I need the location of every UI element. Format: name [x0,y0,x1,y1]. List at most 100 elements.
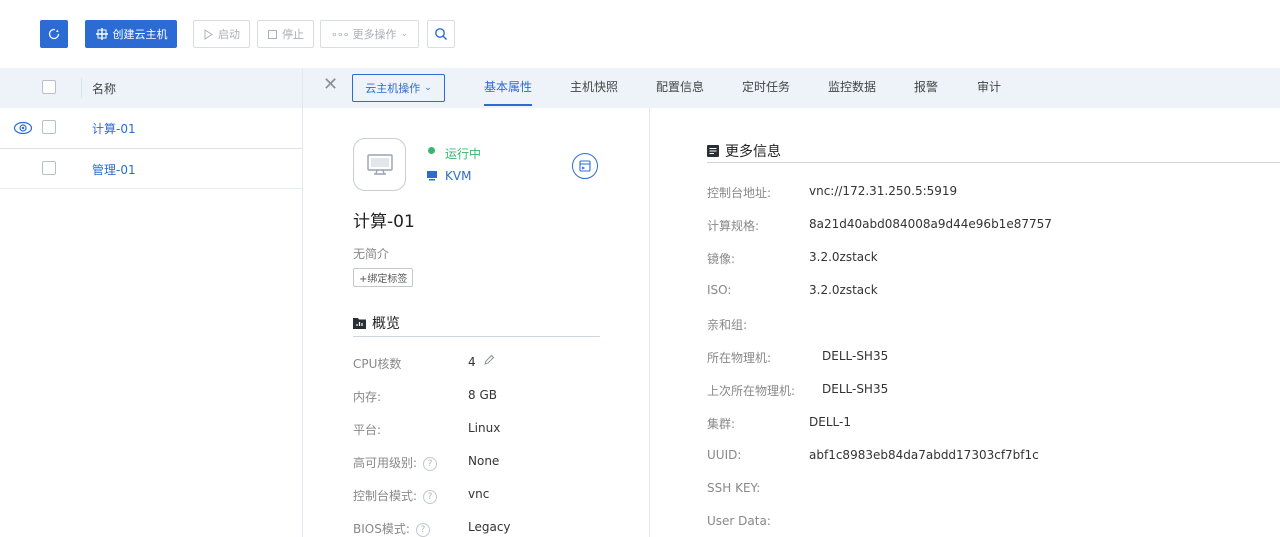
ha-level-label: 高可用级别: [353,456,418,470]
image-label: 镜像: [707,252,736,266]
console-address-label: 控制台地址: [707,186,772,200]
platform-value: Linux [468,421,501,435]
overview-section-title: 概览 [353,313,400,333]
hypervisor-type: KVM [445,169,472,183]
help-icon[interactable]: ? [415,522,430,537]
bios-mode-value: Legacy [468,520,511,534]
tab-snapshots[interactable]: 主机快照 [570,78,618,95]
last-host-value: DELL-SH35 [822,382,889,396]
console-address-value: vnc://172.31.250.5:5919 [809,184,958,198]
tab-audit[interactable]: 审计 [977,78,1001,95]
bios-mode-row: BIOS模式:? [353,520,430,537]
console-mode-row: 控制台模式:? [353,487,438,504]
more-actions-button[interactable]: ∘∘∘ 更多操作 ⌄ [320,20,419,48]
list-row[interactable]: 管理-01 [0,149,302,189]
active-tab-indicator [484,104,532,106]
uuid-label: UUID: [707,448,742,462]
column-header-name: 名称 [92,82,117,96]
host-label: 所在物理机: [707,351,772,365]
console-mode-label: 控制台模式: [353,489,418,503]
stop-label: 停止 [282,28,304,41]
start-label: 启动 [218,28,240,41]
refresh-icon [48,28,60,40]
select-all-checkbox[interactable] [42,80,56,94]
user-data-label: User Data: [707,514,771,528]
ha-level-value: None [468,454,500,468]
tab-monitoring[interactable]: 监控数据 [828,78,876,95]
cluster-value: DELL-1 [809,415,851,429]
console-button[interactable] [572,153,598,179]
start-button[interactable]: 启动 [193,20,250,48]
refresh-button[interactable] [40,20,68,48]
hypervisor-icon [427,171,437,181]
document-icon [707,145,719,157]
cpu-label: CPU核数 [353,357,402,371]
stop-button[interactable]: 停止 [257,20,314,48]
play-icon [204,28,213,40]
monitor-icon [366,153,393,175]
chevron-down-icon: ⌄ [400,29,409,39]
uuid-value: abf1c8983eb84da7abdd17303cf7bf1c [809,448,1039,462]
vm-name-title: 计算-01 [353,212,415,232]
ha-level-row: 高可用级别:? [353,454,438,471]
vm-avatar [353,138,406,191]
image-link[interactable]: 3.2.0zstack [809,250,878,264]
edit-icon[interactable] [483,354,495,366]
row-checkbox[interactable] [42,161,56,175]
iso-link[interactable]: 3.2.0zstack [809,283,878,297]
console-mode-value: vnc [468,487,490,501]
overview-title: 概览 [372,316,400,332]
stop-icon [268,29,277,39]
host-value: DELL-SH35 [822,349,889,363]
more-actions-label: 更多操作 [352,28,397,41]
memory-value: 8 GB [468,388,497,402]
instance-offering-value: 8a21d40abd084008a9d44e96b1e87757 [809,217,1052,231]
vm-operations-button[interactable]: 云主机操作 ⌄ [352,74,445,102]
create-vm-label: 创建云主机 [112,28,168,41]
vm-link[interactable]: 管理-01 [92,161,136,178]
ssh-key-label: SSH KEY: [707,481,761,495]
section-divider [353,336,600,337]
iso-label: ISO: [707,283,732,297]
tab-basic-properties[interactable]: 基本属性 [484,78,532,95]
console-icon [579,160,591,172]
bind-tag-button[interactable]: +绑定标签 [353,268,414,287]
help-icon[interactable]: ? [423,456,438,471]
bios-mode-label: BIOS模式: [353,522,410,536]
section-divider [707,162,1280,163]
vm-description: 无简介 [353,247,390,261]
tab-alarms[interactable]: 报警 [914,78,938,95]
close-icon[interactable]: ✕ [323,76,338,94]
list-row-selected[interactable]: 计算-01 [0,108,302,148]
memory-label: 内存: [353,390,382,404]
help-icon[interactable]: ? [423,489,438,504]
running-status-dot [428,147,435,154]
create-vm-button[interactable]: 创建云主机 [85,20,177,48]
instance-offering-label: 计算规格: [707,219,760,233]
add-vm-icon [95,28,108,40]
row-divider [0,188,302,189]
affinity-group-label: 亲和组: [707,318,748,332]
folder-chart-icon [353,318,366,329]
status-text: 运行中 [445,147,482,161]
tab-scheduled-jobs[interactable]: 定时任务 [742,78,790,95]
tab-config[interactable]: 配置信息 [656,78,704,95]
column-divider [649,108,650,537]
cluster-label: 集群: [707,417,736,431]
platform-label: 平台: [353,423,382,437]
search-icon [435,28,447,40]
search-button[interactable] [427,20,455,48]
eye-icon [13,121,33,135]
panel-divider [302,68,303,537]
cpu-value: 4 [468,355,476,369]
more-dots-icon: ∘∘∘ [330,27,350,41]
more-info-title: 更多信息 [725,144,781,160]
chevron-down-icon: ⌄ [424,83,432,93]
column-divider [81,78,82,98]
last-host-label: 上次所在物理机: [707,384,796,398]
list-header [0,68,1280,108]
more-info-section-title: 更多信息 [707,141,781,161]
vm-link[interactable]: 计算-01 [92,120,136,137]
vm-operations-label: 云主机操作 [365,82,421,95]
row-checkbox[interactable] [42,120,56,134]
